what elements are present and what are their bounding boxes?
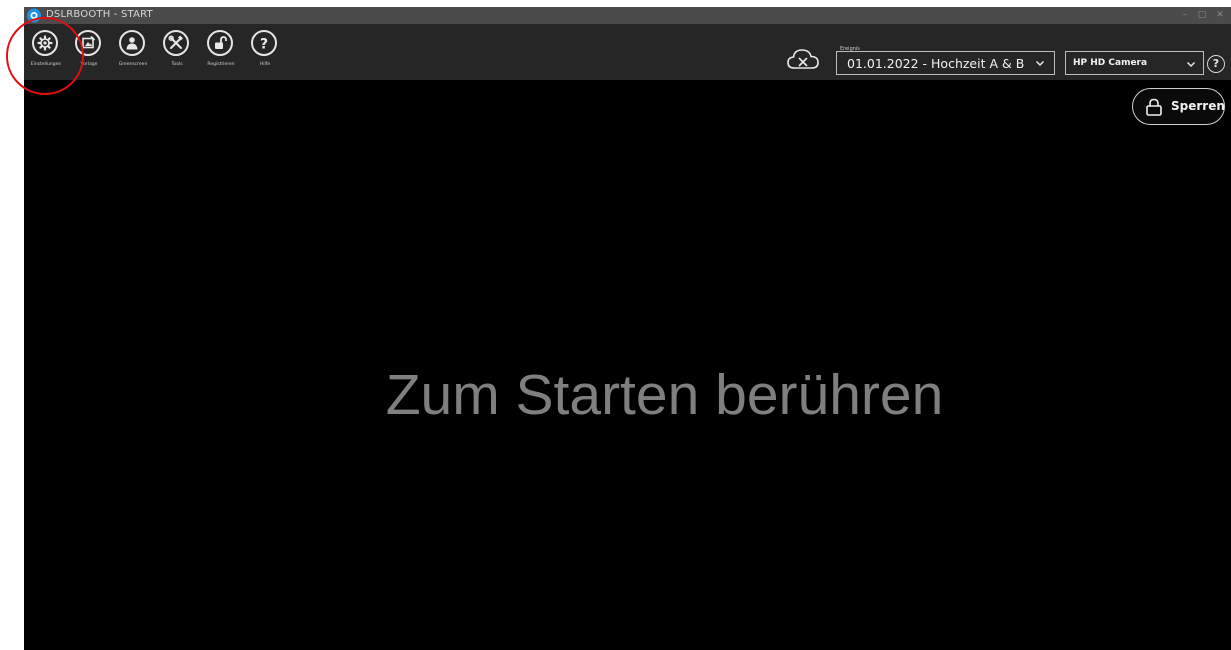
camera-select[interactable]: HP HD Camera <box>1065 51 1204 75</box>
title-bar: DSLRBOOTH - START – □ ✕ <box>24 7 1231 24</box>
tools-button[interactable]: Tools <box>157 30 197 78</box>
app-window: DSLRBOOTH - START – □ ✕ Einstellungen Vo… <box>24 7 1231 650</box>
start-prompt[interactable]: Zum Starten berühren <box>24 362 1231 428</box>
lock-button-label: Sperren <box>1171 99 1225 113</box>
register-button[interactable]: Registrieren <box>201 30 241 78</box>
lock-button[interactable]: Sperren <box>1132 88 1225 125</box>
event-select[interactable]: 01.01.2022 - Hochzeit A & B <box>836 51 1055 75</box>
question-icon: ? <box>251 30 277 56</box>
svg-text:?: ? <box>260 37 268 52</box>
chevron-down-icon <box>1035 60 1045 67</box>
maximize-button[interactable]: □ <box>1195 9 1209 22</box>
camera-help-button[interactable]: ? <box>1207 55 1225 73</box>
unlock-icon <box>207 30 233 56</box>
highlight-circle <box>6 17 84 95</box>
lock-icon <box>1146 98 1162 116</box>
window-title: DSLRBOOTH - START <box>46 9 153 20</box>
minimize-button[interactable]: – <box>1178 9 1192 22</box>
help-label: Hilfe <box>259 62 271 67</box>
cloud-off-icon[interactable] <box>786 47 820 71</box>
greenscreen-button[interactable]: Greenscreen <box>113 30 153 78</box>
event-select-value: 01.01.2022 - Hochzeit A & B <box>847 56 1025 71</box>
camera-select-value: HP HD Camera <box>1073 58 1148 68</box>
close-button[interactable]: ✕ <box>1213 9 1227 22</box>
chevron-down-icon <box>1186 61 1196 68</box>
toolbar: Einstellungen Vorlage Greenscreen Tools … <box>24 24 1231 80</box>
person-icon <box>119 30 145 56</box>
help-button[interactable]: ? Hilfe <box>245 30 285 78</box>
tools-icon <box>163 30 189 56</box>
